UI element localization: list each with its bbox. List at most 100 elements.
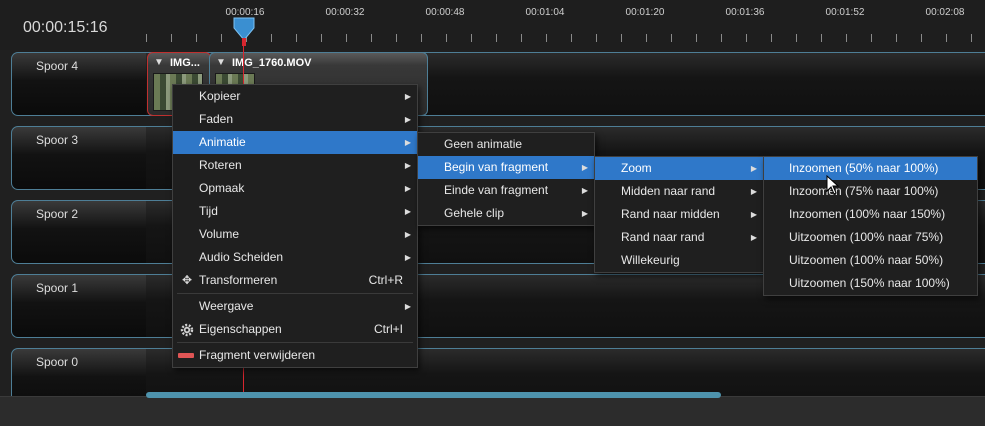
ruler-tick bbox=[821, 34, 822, 42]
menu-item-eigenschappen[interactable]: Eigenschappen Ctrl+I bbox=[173, 318, 417, 341]
track-name: Spoor 3 bbox=[36, 133, 79, 147]
menu-item-inzoomen-50-100[interactable]: Inzoomen (50% naar 100%) bbox=[764, 157, 977, 180]
ruler-label: 00:01:20 bbox=[625, 7, 665, 18]
clip-title: IMG... bbox=[170, 57, 200, 69]
ruler-tick bbox=[696, 34, 697, 42]
chevron-right-icon: ▶ bbox=[581, 209, 588, 218]
ruler-label: 00:00:32 bbox=[325, 7, 365, 18]
menu-item-einde-van-fragment[interactable]: Einde van fragment ▶ bbox=[418, 179, 594, 202]
menu-item-label: Audio Scheiden bbox=[199, 250, 284, 264]
ruler-label: 00:00:48 bbox=[425, 7, 465, 18]
menu-item-weergave[interactable]: Weergave ▶ bbox=[173, 295, 417, 318]
track-header[interactable]: Spoor 1 bbox=[11, 274, 151, 338]
ruler-tick bbox=[971, 34, 972, 42]
menu-separator bbox=[177, 293, 413, 294]
menu-item-audio-scheiden[interactable]: Audio Scheiden ▶ bbox=[173, 246, 417, 269]
menu-item-label: Transformeren bbox=[199, 273, 278, 287]
current-timecode: 00:00:15:16 bbox=[0, 0, 146, 50]
menu-item-opmaak[interactable]: Opmaak ▶ bbox=[173, 177, 417, 200]
menu-item-zoom[interactable]: Zoom ▶ bbox=[595, 157, 763, 180]
menu-item-label: Uitzoomen (100% naar 75%) bbox=[789, 230, 944, 244]
menu-item-label: Geen animatie bbox=[444, 137, 523, 151]
ruler-tick bbox=[796, 34, 797, 42]
chevron-right-icon: ▶ bbox=[404, 302, 411, 311]
ruler-tick bbox=[946, 34, 947, 42]
track-header[interactable]: Spoor 2 bbox=[11, 200, 151, 264]
menu-item-geen-animatie[interactable]: Geen animatie bbox=[418, 133, 594, 156]
menu-item-inzoomen-100-150[interactable]: Inzoomen (100% naar 150%) bbox=[764, 203, 977, 226]
menu-item-transformeren[interactable]: ✥ Transformeren Ctrl+R bbox=[173, 269, 417, 292]
track-header[interactable]: Spoor 3 bbox=[11, 126, 151, 190]
menu-item-tijd[interactable]: Tijd ▶ bbox=[173, 200, 417, 223]
scrollbar-thumb[interactable] bbox=[146, 392, 721, 398]
menu-item-faden[interactable]: Faden ▶ bbox=[173, 108, 417, 131]
menu-item-rand-naar-midden[interactable]: Rand naar midden ▶ bbox=[595, 203, 763, 226]
chevron-right-icon: ▶ bbox=[404, 92, 411, 101]
ruler-tick bbox=[171, 34, 172, 42]
menu-item-begin-van-fragment[interactable]: Begin van fragment ▶ bbox=[418, 156, 594, 179]
ruler-tick bbox=[871, 34, 872, 42]
menu-separator bbox=[177, 342, 413, 343]
track-header[interactable]: Spoor 4 bbox=[11, 52, 151, 116]
ruler-label: 00:01:52 bbox=[825, 7, 865, 18]
ruler-tick bbox=[621, 34, 622, 42]
menu-item-volume[interactable]: Volume ▶ bbox=[173, 223, 417, 246]
menu-item-uitzoomen-100-50[interactable]: Uitzoomen (100% naar 50%) bbox=[764, 249, 977, 272]
menu-item-uitzoomen-150-100[interactable]: Uitzoomen (150% naar 100%) bbox=[764, 272, 977, 295]
menu-item-label: Eigenschappen bbox=[199, 322, 282, 336]
menu-item-inzoomen-75-100[interactable]: Inzoomen (75% naar 100%) bbox=[764, 180, 977, 203]
menu-item-label: Willekeurig bbox=[621, 253, 680, 267]
ruler-tick bbox=[221, 34, 222, 42]
menu-item-label: Faden bbox=[199, 112, 234, 126]
menu-item-label: Fragment verwijderen bbox=[199, 348, 316, 362]
horizontal-scrollbar[interactable] bbox=[0, 396, 985, 426]
ruler-tick bbox=[921, 34, 922, 42]
menu-item-label: Gehele clip bbox=[444, 206, 505, 220]
track-name: Spoor 2 bbox=[36, 207, 79, 221]
ruler-tick bbox=[396, 34, 397, 42]
zoom-submenu: Inzoomen (50% naar 100%) Inzoomen (75% n… bbox=[763, 156, 978, 296]
menu-item-rand-naar-rand[interactable]: Rand naar rand ▶ bbox=[595, 226, 763, 249]
playhead-handle[interactable] bbox=[230, 16, 258, 46]
menu-item-label: Weergave bbox=[199, 299, 254, 313]
ruler-tick bbox=[296, 34, 297, 42]
chevron-right-icon: ▶ bbox=[404, 253, 411, 262]
track-name: Spoor 1 bbox=[36, 281, 79, 295]
ruler-tick bbox=[421, 34, 422, 42]
menu-item-label: Midden naar rand bbox=[621, 184, 716, 198]
chevron-right-icon: ▶ bbox=[404, 207, 411, 216]
track-name: Spoor 0 bbox=[36, 355, 79, 369]
ruler-tick bbox=[721, 34, 722, 42]
menu-item-midden-naar-rand[interactable]: Midden naar rand ▶ bbox=[595, 180, 763, 203]
menu-item-animatie[interactable]: Animatie ▶ bbox=[173, 131, 417, 154]
chevron-down-icon[interactable]: ▼ bbox=[216, 57, 226, 68]
ruler-tick bbox=[496, 34, 497, 42]
ruler-tick bbox=[746, 34, 747, 42]
chevron-right-icon: ▶ bbox=[581, 186, 588, 195]
chevron-down-icon[interactable]: ▼ bbox=[154, 57, 164, 68]
menu-item-gehele-clip[interactable]: Gehele clip ▶ bbox=[418, 202, 594, 225]
chevron-right-icon: ▶ bbox=[581, 163, 588, 172]
chevron-right-icon: ▶ bbox=[404, 138, 411, 147]
chevron-right-icon: ▶ bbox=[404, 230, 411, 239]
ruler-tick bbox=[571, 34, 572, 42]
move-icon: ✥ bbox=[181, 273, 193, 287]
ruler-tick bbox=[596, 34, 597, 42]
menu-item-fragment-verwijderen[interactable]: Fragment verwijderen bbox=[173, 344, 417, 367]
menu-item-roteren[interactable]: Roteren ▶ bbox=[173, 154, 417, 177]
ruler-tick bbox=[371, 34, 372, 42]
menu-item-kopieer[interactable]: Kopieer ▶ bbox=[173, 85, 417, 108]
menu-item-label: Inzoomen (50% naar 100%) bbox=[789, 161, 939, 175]
menu-item-label: Inzoomen (75% naar 100%) bbox=[789, 184, 939, 198]
time-ruler[interactable]: 00:00:16 00:00:32 00:00:48 00:01:04 00:0… bbox=[146, 0, 985, 50]
track-name: Spoor 4 bbox=[36, 59, 79, 73]
ruler-tick bbox=[671, 34, 672, 42]
mouse-cursor-icon bbox=[826, 175, 840, 195]
ruler-tick bbox=[271, 34, 272, 42]
ruler-tick bbox=[546, 34, 547, 42]
menu-item-uitzoomen-100-75[interactable]: Uitzoomen (100% naar 75%) bbox=[764, 226, 977, 249]
menu-item-willekeurig[interactable]: Willekeurig bbox=[595, 249, 763, 272]
ruler-tick bbox=[321, 34, 322, 42]
ruler-tick bbox=[471, 34, 472, 42]
menu-item-label: Volume bbox=[199, 227, 240, 241]
